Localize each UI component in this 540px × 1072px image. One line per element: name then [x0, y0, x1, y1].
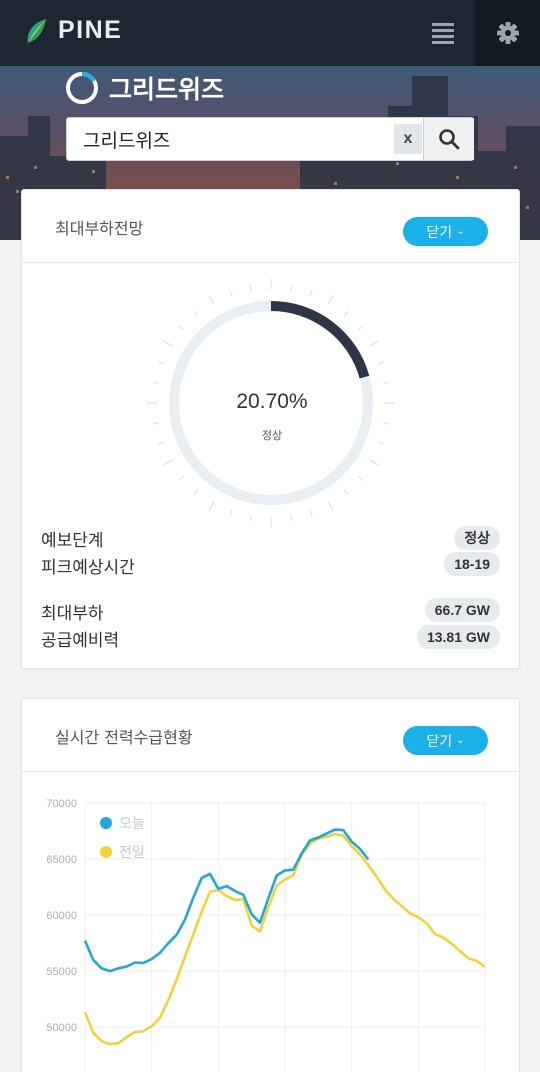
legend-marker — [100, 817, 112, 829]
reserve-label: 공급예비력 — [41, 631, 120, 651]
forecast-stage-badge: 정상 — [454, 526, 500, 550]
peak-time-badge: 18-19 — [444, 552, 500, 576]
chevron-down-icon: ⌄ — [456, 735, 465, 746]
clear-search-button[interactable]: x — [394, 124, 422, 154]
gauge-tick — [163, 459, 173, 466]
gauge-tick — [229, 290, 233, 297]
gauge-tick — [383, 422, 390, 425]
leaf-logo-icon — [27, 19, 46, 43]
reserve-badge: 13.81 GW — [416, 625, 500, 649]
legend-label: 전일 — [119, 845, 145, 861]
app-brand[interactable]: PINE — [58, 16, 122, 45]
legend-marker — [100, 846, 112, 858]
gauge-tick — [343, 489, 349, 496]
gauge-tick — [249, 284, 252, 291]
search-button[interactable] — [423, 118, 474, 160]
gauge-tick — [163, 340, 173, 347]
max-load-card: 최대부하전망 닫기 ⌄ 20.70% 정상 예보단계 정상 피크예상시간 18-… — [21, 189, 520, 669]
gauge-tick — [383, 381, 390, 384]
ring-icon — [66, 72, 98, 104]
site-title: 그리드위즈 — [109, 75, 225, 104]
gauge-tick — [327, 295, 334, 305]
gauge-tick — [377, 361, 384, 365]
gauge-tick — [369, 459, 379, 466]
gauge-status: 정상 — [261, 429, 283, 442]
y-tick-label: 50000 — [46, 1022, 77, 1034]
gauge-tick — [208, 501, 215, 511]
gauge-tick — [208, 295, 215, 305]
supply-line-chart: 70000 65000 60000 55000 50000 오늘전일 — [46, 798, 486, 1072]
gauge-percent: 20.70% — [236, 390, 308, 413]
gauge-tick — [309, 509, 313, 516]
site-header: 그리드위즈 — [65, 70, 224, 106]
gauge-tick — [357, 325, 364, 331]
realtime-supply-card: 실시간 전력수급현황 닫기 ⌄ 70000 65000 60000 55000 5000… — [21, 698, 520, 1072]
gauge-tick — [357, 475, 364, 481]
max-load-badge: 66.7 GW — [424, 598, 500, 622]
forecast-stage-label: 예보단계 — [41, 531, 104, 551]
gauge-tick — [343, 310, 349, 317]
search-box: x — [66, 117, 474, 161]
top-bar: PINE — [0, 0, 540, 66]
gauge-tick — [229, 509, 233, 516]
gauge-tick — [158, 361, 165, 365]
gauge-tick — [178, 325, 185, 331]
collapse-button[interactable]: 닫기 ⌄ — [403, 726, 488, 755]
legend-label: 오늘 — [119, 816, 145, 832]
gauge-fill — [270, 301, 370, 379]
y-tick-label: 70000 — [46, 798, 77, 810]
gauge-tick — [309, 290, 313, 297]
y-tick-label: 60000 — [46, 910, 77, 922]
gauge-tick — [178, 475, 185, 481]
load-gauge — [147, 279, 395, 527]
search-icon — [439, 129, 460, 150]
peak-time-label: 피크예상시간 — [41, 558, 135, 578]
gauge-tick — [152, 422, 159, 425]
close-icon: x — [403, 130, 413, 147]
card-header: 실시간 전력수급현황 닫기 ⌄ — [22, 699, 519, 772]
search-input[interactable] — [83, 118, 393, 160]
card-title: 실시간 전력수급현황 — [55, 728, 193, 747]
gauge-tick — [152, 381, 159, 384]
gauge-tick — [193, 310, 199, 317]
y-tick-label: 55000 — [46, 966, 77, 978]
max-load-label: 최대부하 — [41, 604, 104, 624]
gauge-tick — [290, 284, 293, 291]
menu-button[interactable] — [420, 0, 466, 66]
gauge-tick — [377, 441, 384, 445]
list-icon — [432, 23, 454, 44]
gauge-tick — [290, 515, 293, 522]
gear-icon — [496, 22, 519, 44]
gauge-tick — [193, 489, 199, 496]
gauge-tick — [327, 501, 334, 511]
gauge-tick — [158, 441, 165, 445]
gauge-tick — [369, 340, 379, 347]
gauge-tick — [249, 515, 252, 522]
collapse-label: 닫기 — [426, 733, 453, 750]
y-tick-label: 65000 — [46, 854, 77, 866]
settings-button[interactable] — [475, 0, 540, 66]
